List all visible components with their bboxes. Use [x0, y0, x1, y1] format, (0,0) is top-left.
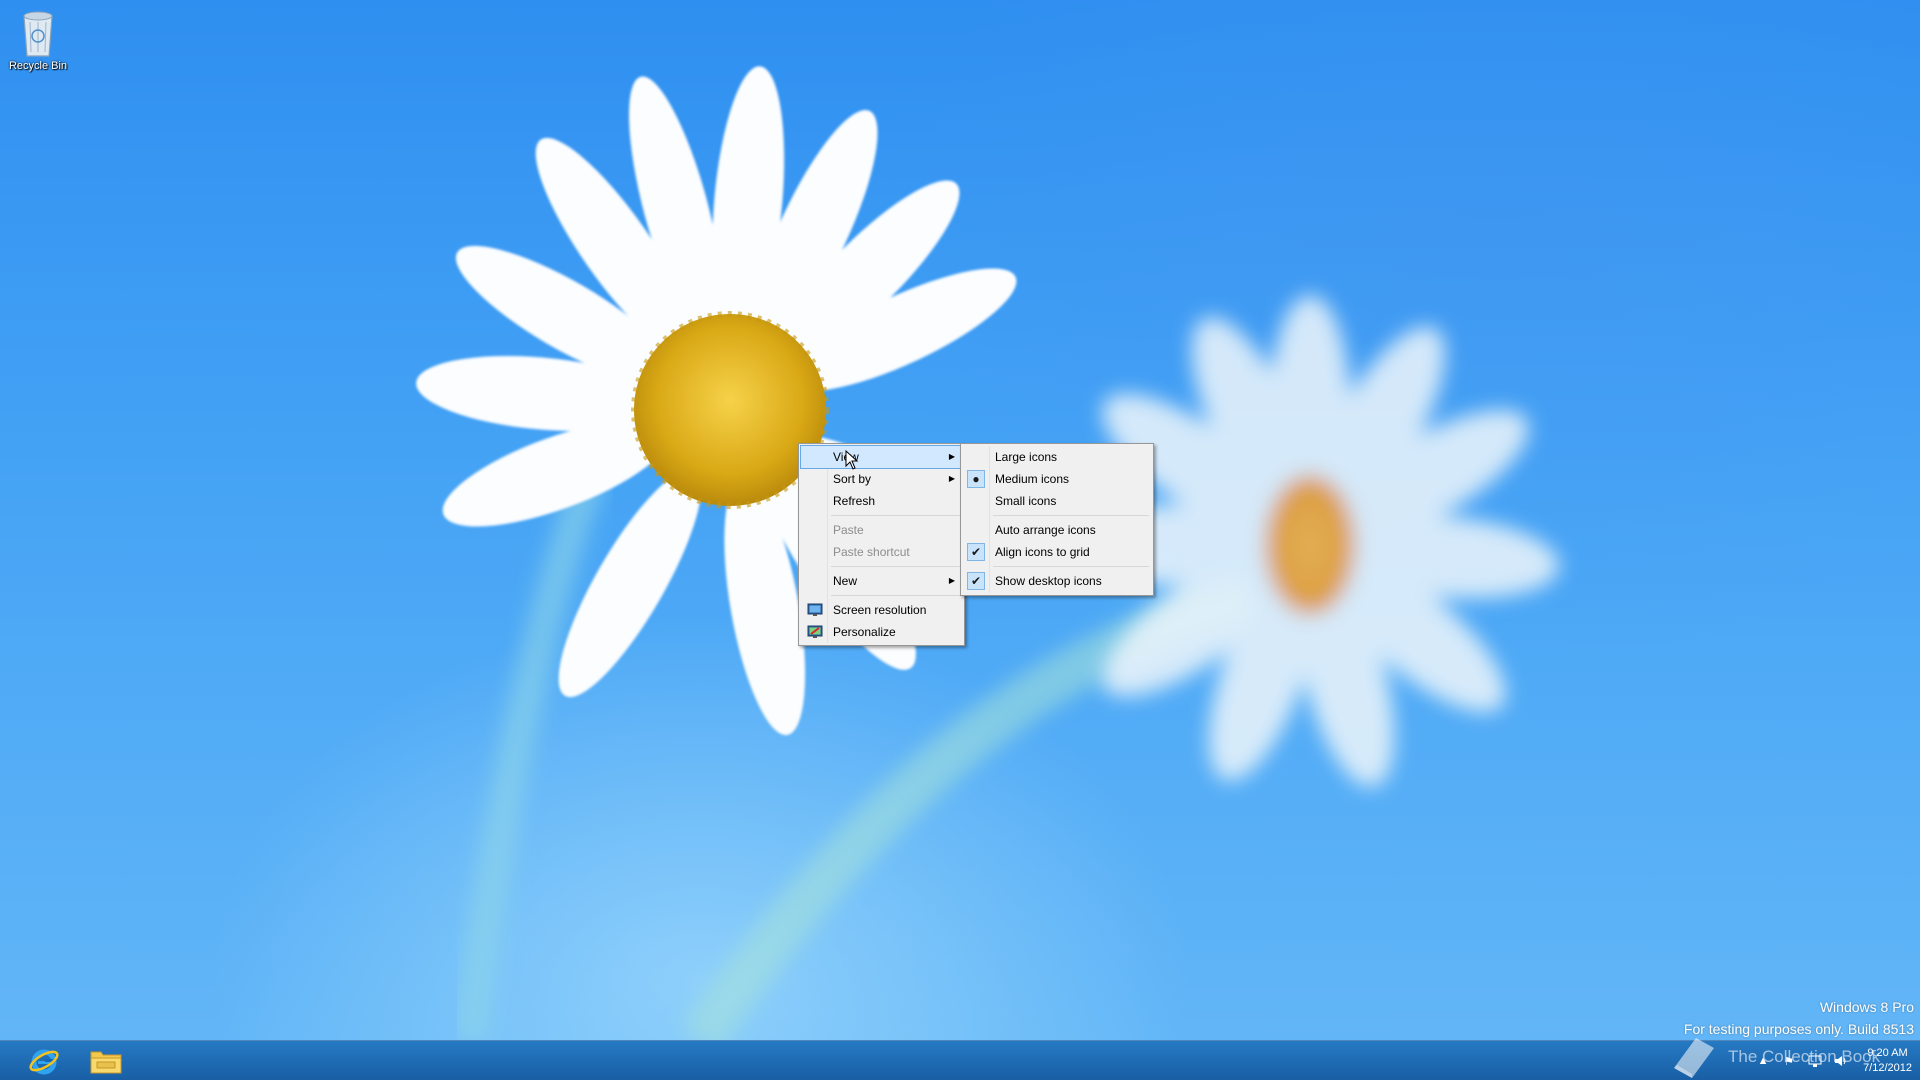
menu-item-new-label: New	[833, 574, 858, 588]
recycle-bin[interactable]: Recycle Bin	[6, 6, 70, 72]
menu-item-paste[interactable]: Paste	[801, 519, 962, 541]
menu-item-refresh[interactable]: Refresh	[801, 490, 962, 512]
menu-item-auto-arrange-icons-label: Auto arrange icons	[995, 523, 1096, 537]
watermark-edition: Windows 8 Pro	[1819, 999, 1914, 1015]
recycle-bin-label: Recycle Bin	[8, 60, 68, 72]
menu-item-show-desktop-icons-label: Show desktop icons	[995, 574, 1102, 588]
menu-separator	[831, 595, 960, 596]
menu-item-paste-shortcut-label: Paste shortcut	[833, 545, 910, 559]
menu-item-medium-icons[interactable]: ● Medium icons	[963, 468, 1151, 490]
view-submenu: Large icons ● Medium icons Small icons A…	[960, 443, 1154, 596]
menu-item-auto-arrange-icons[interactable]: Auto arrange icons	[963, 519, 1151, 541]
menu-separator	[993, 566, 1149, 567]
taskbar-file-explorer-button[interactable]	[78, 1044, 134, 1078]
submenu-arrow-icon: ▶	[948, 576, 955, 585]
menu-item-paste-shortcut[interactable]: Paste shortcut	[801, 541, 962, 563]
menu-item-align-icons-to-grid[interactable]: ✔ Align icons to grid	[963, 541, 1151, 563]
menu-separator	[831, 515, 960, 516]
up-arrow-icon[interactable]: ▲	[1755, 1053, 1771, 1069]
taskbar-internet-explorer-button[interactable]	[16, 1044, 72, 1078]
checkmark-icon: ✔	[967, 572, 985, 590]
clock-time: 9:20 AM	[1867, 1047, 1908, 1059]
internet-explorer-icon	[29, 1049, 59, 1075]
menu-item-small-icons-label: Small icons	[995, 494, 1057, 508]
taskbar: ▲ ⚑ 9:20 AM 7/12/2012	[0, 1040, 1920, 1080]
radio-selected-icon: ●	[967, 470, 985, 488]
flag-icon[interactable]: ⚑	[1781, 1053, 1797, 1069]
menu-item-small-icons[interactable]: Small icons	[963, 490, 1151, 512]
screen-resolution-icon	[807, 603, 823, 616]
menu-item-screen-resolution[interactable]: Screen resolution	[801, 599, 962, 621]
menu-item-align-icons-to-grid-label: Align icons to grid	[995, 545, 1090, 559]
desktop-context-menu: View ▶ Sort by ▶ Refresh Paste Paste sho…	[798, 443, 965, 646]
mouse-cursor-icon	[845, 450, 859, 470]
watermark-build: For testing purposes only. Build 8513	[1683, 1021, 1914, 1037]
file-explorer-folder-icon	[90, 1051, 122, 1074]
menu-item-personalize[interactable]: Personalize	[801, 621, 962, 643]
recycle-bin-icon	[23, 11, 53, 57]
menu-item-medium-icons-label: Medium icons	[995, 472, 1070, 486]
volume-icon[interactable]	[1833, 1053, 1849, 1069]
menu-item-new[interactable]: New ▶	[801, 570, 962, 592]
menu-item-show-desktop-icons[interactable]: ✔ Show desktop icons	[963, 570, 1151, 592]
taskbar-clock[interactable]: 9:20 AM 7/12/2012	[1859, 1046, 1912, 1076]
menu-item-view[interactable]: View ▶	[800, 445, 963, 469]
menu-item-paste-label: Paste	[833, 523, 864, 537]
menu-item-personalize-label: Personalize	[833, 625, 896, 639]
menu-item-refresh-label: Refresh	[833, 494, 876, 508]
submenu-arrow-icon: ▶	[948, 452, 955, 461]
menu-separator	[993, 515, 1149, 516]
menu-separator	[831, 566, 960, 567]
network-icon[interactable]	[1807, 1053, 1823, 1069]
personalize-icon	[807, 625, 823, 638]
clock-date: 7/12/2012	[1863, 1062, 1912, 1074]
menu-item-large-icons-label: Large icons	[995, 450, 1058, 464]
system-tray: ▲ ⚑ 9:20 AM 7/12/2012	[1755, 1041, 1912, 1080]
windows-watermark: Windows 8 Pro For testing purposes only.…	[1684, 996, 1914, 1040]
menu-item-large-icons[interactable]: Large icons	[963, 446, 1151, 468]
menu-item-screen-resolution-label: Screen resolution	[833, 603, 927, 617]
menu-item-sort-by-label: Sort by	[833, 472, 872, 486]
submenu-arrow-icon: ▶	[948, 474, 955, 483]
menu-item-sort-by[interactable]: Sort by ▶	[801, 468, 962, 490]
checkmark-icon: ✔	[967, 543, 985, 561]
